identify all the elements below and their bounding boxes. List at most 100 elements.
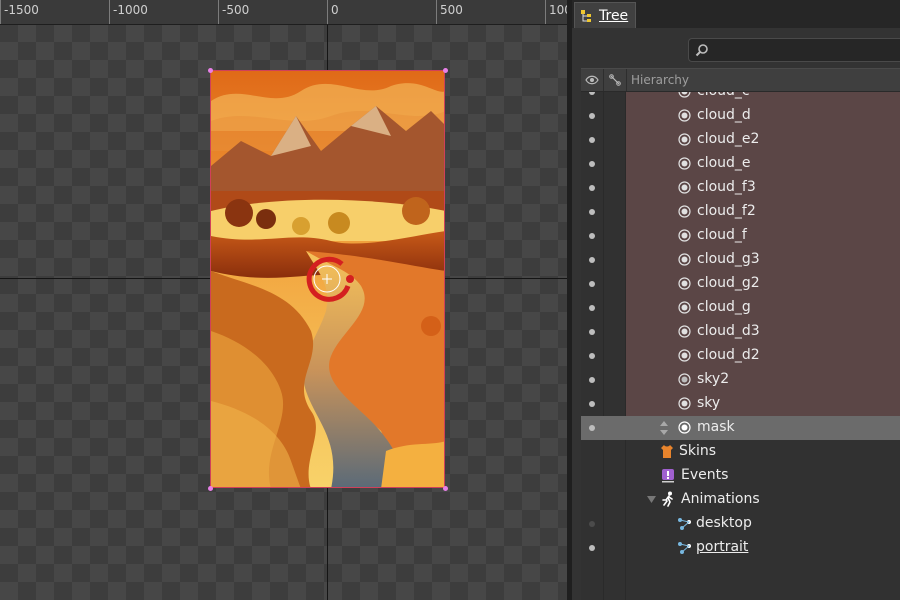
tree-row-label: cloud_d3: [697, 323, 760, 339]
slot-icon: [678, 157, 691, 170]
reorder-arrows-icon[interactable]: [659, 420, 669, 436]
tree-row-label: cloud_g2: [697, 275, 760, 291]
tree-row-cloud-d3[interactable]: cloud_d3: [581, 320, 900, 344]
tree-row-label: cloud_f3: [697, 179, 756, 195]
tree-row-cloud-e2[interactable]: cloud_e2: [581, 128, 900, 152]
tree-row-label: Events: [681, 467, 729, 483]
ruler-label: -1500: [4, 3, 39, 17]
tree-row-label: cloud_e: [697, 155, 751, 171]
editor-viewport[interactable]: -1500 -1000 -500 0 500 100: [0, 0, 567, 600]
visibility-dot[interactable]: [589, 209, 595, 215]
ruler-label: -500: [222, 3, 250, 17]
visibility-dot[interactable]: [589, 185, 595, 191]
hierarchy-column-header: Hierarchy: [631, 73, 690, 87]
tree-row-desktop[interactable]: desktop: [581, 512, 900, 536]
slot-icon: [678, 349, 691, 362]
artwork-handle-top-left[interactable]: [208, 68, 213, 73]
animation-icon: [678, 518, 691, 530]
visibility-dot[interactable]: [589, 113, 595, 119]
ruler-tick: [545, 0, 546, 24]
tree-row-cloud-g[interactable]: cloud_g: [581, 296, 900, 320]
tree-row-cloud-d2[interactable]: cloud_d2: [581, 344, 900, 368]
slot-icon: [678, 301, 691, 314]
skins-icon: [661, 445, 673, 458]
ruler-tick: [436, 0, 437, 24]
slot-icon: [678, 133, 691, 146]
slot-icon: [678, 181, 691, 194]
tree-row-events[interactable]: Events: [581, 464, 900, 488]
expand-triangle-icon[interactable]: [647, 496, 656, 504]
tree-row-cloud-c[interactable]: cloud_c: [581, 92, 900, 104]
tree-row-label: cloud_g3: [697, 251, 760, 267]
search-row: [572, 28, 900, 68]
tree-row-portrait[interactable]: portrait: [581, 536, 900, 560]
tree-row-skins[interactable]: Skins: [581, 440, 900, 464]
tree-row-label: cloud_g: [697, 299, 751, 315]
ruler-tick: [0, 0, 1, 24]
hierarchy-tree: cloud_c cloud_d cloud_e2 cloud_e cloud_f…: [581, 92, 900, 600]
tree-header: Hierarchy: [581, 68, 900, 92]
animations-icon: [662, 491, 673, 507]
visibility-dot[interactable]: [589, 257, 595, 263]
keying-column[interactable]: [604, 69, 627, 91]
visibility-dot[interactable]: [589, 329, 595, 335]
tree-icon: [581, 9, 591, 22]
tree-row-cloud-f[interactable]: cloud_f: [581, 224, 900, 248]
events-icon: [662, 469, 674, 483]
slot-icon: [678, 109, 691, 122]
tree-row-label: cloud_c: [697, 92, 750, 99]
tree-row-label: cloud_d2: [697, 347, 760, 363]
tree-row-sky2[interactable]: sky2: [581, 368, 900, 392]
tree-row-label: sky: [697, 395, 721, 411]
tree-row-label: cloud_f2: [697, 203, 756, 219]
tree-row-label: Skins: [679, 443, 717, 459]
tree-row-cloud-e[interactable]: cloud_e: [581, 152, 900, 176]
tab-label: Tree: [599, 7, 629, 24]
artwork-handle-top-right[interactable]: [443, 68, 448, 73]
visibility-dot[interactable]: [589, 377, 595, 383]
tab-tree[interactable]: Tree: [574, 2, 636, 28]
link-icon: [609, 74, 621, 86]
visibility-dot[interactable]: [589, 233, 595, 239]
ruler-tick: [327, 0, 328, 24]
ruler-tick: [218, 0, 219, 24]
tree-row-cloud-d[interactable]: cloud_d: [581, 104, 900, 128]
tree-row-label: portrait: [696, 539, 749, 555]
tree-row-cloud-f2[interactable]: cloud_f2: [581, 200, 900, 224]
visibility-dot[interactable]: [589, 425, 595, 431]
slot-icon: [678, 277, 691, 290]
slot-icon: [678, 373, 691, 386]
visibility-dot[interactable]: [589, 137, 595, 143]
tree-row-sky[interactable]: sky: [581, 392, 900, 416]
tree-row-cloud-g3[interactable]: cloud_g3: [581, 248, 900, 272]
tree-row-cloud-f3[interactable]: cloud_f3: [581, 176, 900, 200]
ruler-label: 100: [549, 3, 567, 17]
root-bone-icon[interactable]: [304, 256, 356, 304]
visibility-column[interactable]: [581, 69, 604, 91]
visibility-dot[interactable]: [589, 161, 595, 167]
tree-row-mask[interactable]: mask: [581, 416, 900, 440]
panel-tab-bar: Tree: [572, 0, 900, 28]
visibility-dot[interactable]: [589, 521, 595, 527]
search-icon: [695, 44, 708, 57]
visibility-dot[interactable]: [589, 305, 595, 311]
artwork-handle-bottom-left[interactable]: [208, 486, 213, 491]
tree-row-cloud-g2[interactable]: cloud_g2: [581, 272, 900, 296]
slot-icon: [678, 229, 691, 242]
visibility-dot[interactable]: [589, 545, 595, 551]
animation-icon: [678, 542, 691, 554]
artwork-handle-bottom-right[interactable]: [443, 486, 448, 491]
visibility-dot[interactable]: [589, 353, 595, 359]
tree-row-label: Animations: [681, 491, 760, 507]
tree-row-label: cloud_e2: [697, 131, 760, 147]
visibility-dot[interactable]: [589, 401, 595, 407]
eye-icon: [585, 75, 599, 85]
ruler-tick: [109, 0, 110, 24]
tree-row-animations[interactable]: Animations: [581, 488, 900, 512]
slot-icon: [678, 253, 691, 266]
visibility-dot[interactable]: [589, 92, 595, 95]
visibility-dot[interactable]: [589, 281, 595, 287]
tree-row-label: mask: [697, 419, 735, 435]
horizontal-ruler: -1500 -1000 -500 0 500 100: [0, 0, 567, 25]
search-input[interactable]: [688, 38, 900, 62]
